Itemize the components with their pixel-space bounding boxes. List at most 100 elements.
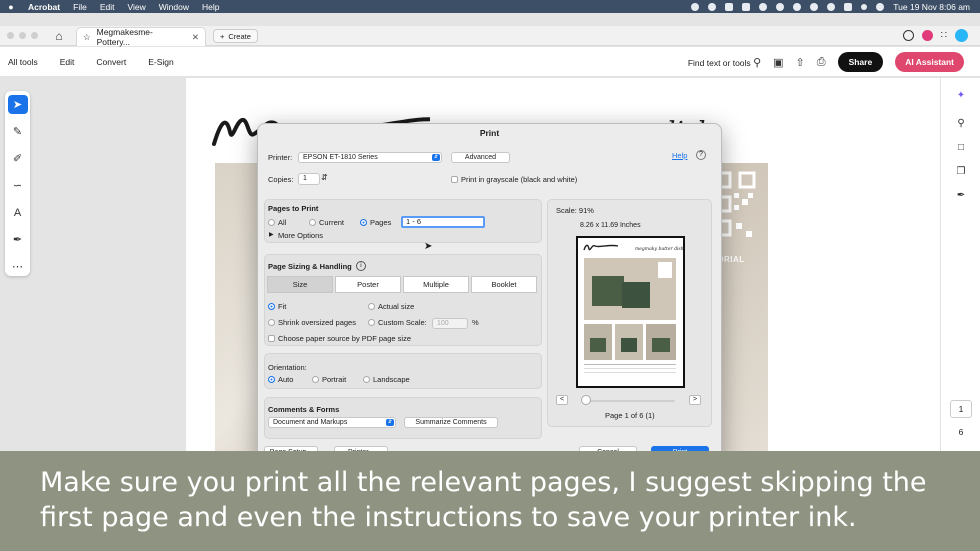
tab-size[interactable]: Size — [267, 276, 333, 293]
next-page-button[interactable]: > — [689, 395, 701, 405]
minimize-window-icon[interactable] — [19, 32, 26, 39]
menu-app-name[interactable]: Acrobat — [28, 2, 60, 12]
more-tools-icon[interactable]: ⋯ — [8, 257, 28, 276]
mouse-cursor-icon: ➤ — [424, 241, 433, 252]
comment-icon[interactable]: ✎ — [8, 122, 28, 141]
page-slider-knob[interactable] — [581, 395, 591, 405]
info-icon[interactable]: i — [356, 261, 366, 271]
menu-file[interactable]: File — [73, 2, 87, 12]
bookmark-icon[interactable]: □ — [954, 142, 968, 156]
pages-range-input[interactable]: 1 - 6 — [401, 216, 485, 228]
fill-sign-icon[interactable]: ✒ — [954, 190, 968, 204]
custom-scale-input[interactable]: 100 — [432, 318, 468, 329]
grayscale-checkbox[interactable] — [451, 176, 458, 183]
control-center-icon[interactable] — [844, 2, 853, 11]
radio-all[interactable] — [268, 219, 275, 226]
menu-help[interactable]: Help — [202, 2, 219, 12]
siri-icon[interactable] — [876, 2, 885, 11]
screen-icon[interactable] — [725, 2, 734, 11]
pause-icon[interactable] — [810, 2, 819, 11]
text-box-icon[interactable]: A — [8, 203, 28, 222]
cloud-icon[interactable] — [759, 2, 768, 11]
menu-view[interactable]: View — [127, 2, 145, 12]
question-icon[interactable]: ? — [696, 150, 706, 160]
page-number-input[interactable]: 1 — [950, 400, 972, 418]
close-tab-icon[interactable]: ✕ — [192, 32, 199, 43]
print-dialog: Print Printer: EPSON ET-1810 Series ⇵ Ad… — [257, 123, 722, 463]
preview-title: megmaky butter dish — [635, 247, 684, 252]
wifi-icon[interactable] — [827, 2, 836, 11]
grayscale-label: Print in grayscale (black and white) — [461, 175, 578, 184]
tab-multiple[interactable]: Multiple — [403, 276, 469, 293]
home-icon[interactable]: ⌂ — [52, 29, 66, 43]
apple-icon[interactable]: ● — [4, 2, 18, 12]
pages-panel-icon[interactable]: ❐ — [954, 166, 968, 180]
radio-actual-size[interactable] — [368, 303, 375, 310]
ai-assistant-button[interactable]: AI Assistant — [895, 52, 964, 72]
shrink-label: Shrink oversized pages — [278, 318, 356, 327]
zoom-window-icon[interactable] — [31, 32, 38, 39]
menubar-clock[interactable]: Tue 19 Nov 8:06 am — [893, 2, 970, 12]
create-tab-button[interactable]: + Create — [213, 29, 258, 43]
paper-source-label: Choose paper source by PDF page size — [278, 334, 411, 343]
ai-panel-icon[interactable]: ✦ — [954, 90, 968, 104]
radio-pages[interactable] — [360, 219, 367, 226]
radio-shrink[interactable] — [268, 319, 275, 326]
close-window-icon[interactable] — [7, 32, 14, 39]
tab-booklet[interactable]: Booklet — [471, 276, 537, 293]
print-icon[interactable]: ⎙ — [817, 56, 826, 69]
advanced-button[interactable]: Advanced — [451, 152, 510, 163]
help-link[interactable]: Help — [672, 151, 687, 160]
avatar[interactable] — [955, 29, 968, 42]
help-icon[interactable] — [902, 30, 914, 41]
left-tool-panel: ➤ ✎ ✐ ∽ A ✒ ⋯ — [5, 91, 30, 276]
sign-icon[interactable]: ✒ — [8, 230, 28, 249]
share-button[interactable]: Share — [837, 52, 884, 72]
copies-stepper-icon[interactable]: ⇵ — [321, 173, 328, 182]
save-icon[interactable]: ▣ — [773, 56, 783, 69]
tab-poster[interactable]: Poster — [335, 276, 401, 293]
copies-input[interactable]: 1 — [298, 173, 320, 185]
clock-icon[interactable] — [793, 2, 802, 11]
battery-icon[interactable] — [708, 2, 717, 11]
more-options-label[interactable]: More Options — [278, 231, 323, 240]
comments-panel-icon[interactable]: ⚲ — [954, 118, 968, 132]
comments-select[interactable]: Document and Markups ⇵ — [268, 417, 396, 428]
star-icon[interactable]: ☆ — [83, 32, 91, 43]
menu-edit[interactable]: Edit — [100, 2, 115, 12]
radio-current[interactable] — [309, 219, 316, 226]
draw-icon[interactable]: ∽ — [8, 176, 28, 195]
apps-grid-icon[interactable]: ∷ — [941, 30, 947, 41]
paper-size-label: 8.26 x 11.69 Inches — [580, 222, 641, 229]
menu-all-tools[interactable]: All tools — [8, 57, 38, 67]
radio-portrait[interactable] — [312, 376, 319, 383]
summarize-comments-button[interactable]: Summarize Comments — [404, 417, 498, 428]
radio-auto[interactable] — [268, 376, 275, 383]
highlight-pen-icon[interactable]: ✐ — [8, 149, 28, 168]
screen: ● Acrobat File Edit View Window Help Tue… — [0, 0, 980, 551]
menu-edit-tools[interactable]: Edit — [60, 57, 75, 67]
fit-label: Fit — [278, 302, 287, 311]
find-text-field[interactable]: Find text or tools ⚲ — [688, 56, 761, 69]
radio-custom-scale[interactable] — [368, 319, 375, 326]
menu-convert[interactable]: Convert — [96, 57, 126, 67]
radio-landscape[interactable] — [363, 376, 370, 383]
prev-page-button[interactable]: < — [556, 395, 568, 405]
menu-esign[interactable]: E-Sign — [148, 57, 174, 67]
printer-label: Printer: — [268, 153, 293, 162]
flag-icon[interactable] — [861, 3, 868, 10]
document-tab[interactable]: ☆ Megmakesme-Pottery... ✕ — [76, 27, 206, 47]
paper-source-checkbox[interactable] — [268, 335, 275, 342]
select-arrow-icon[interactable]: ➤ — [7, 95, 28, 114]
record-icon[interactable] — [691, 2, 700, 11]
ai-icon[interactable] — [921, 30, 933, 41]
gamepad-icon[interactable] — [742, 2, 751, 11]
disclosure-triangle-icon[interactable]: ▶ — [269, 231, 274, 238]
percent-label: % — [472, 318, 479, 327]
refresh-icon[interactable] — [776, 2, 785, 11]
menu-window[interactable]: Window — [159, 2, 189, 12]
printer-select[interactable]: EPSON ET-1810 Series ⇵ — [298, 152, 442, 163]
page-slider-track[interactable] — [585, 400, 675, 402]
upload-icon[interactable]: ⇧ — [796, 56, 805, 69]
radio-fit[interactable] — [268, 303, 275, 310]
